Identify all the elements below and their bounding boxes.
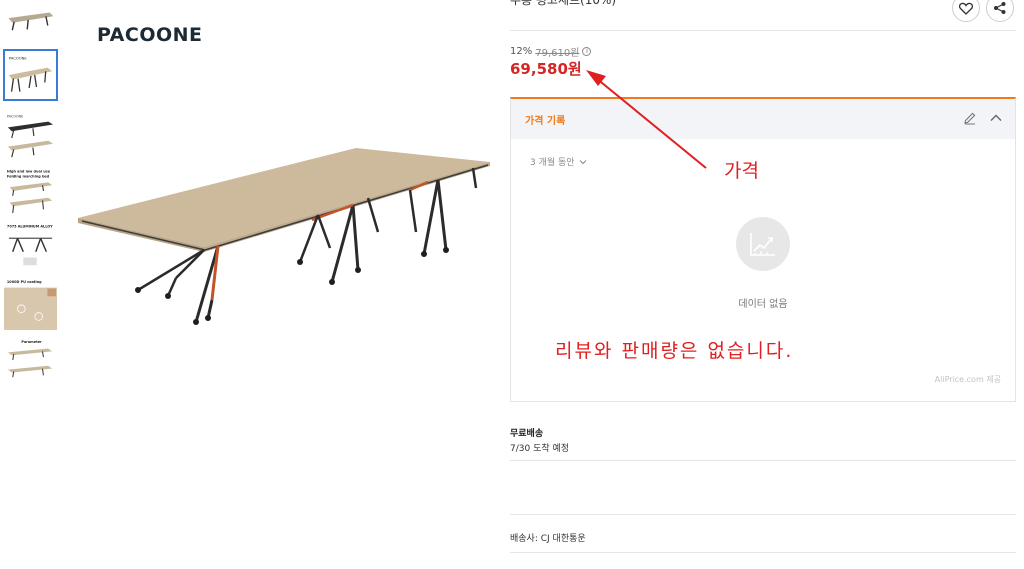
cot-illustration [78,148,490,325]
price-annotation: 가격 [724,160,759,182]
original-price: 79,610원 [535,48,580,59]
product-title: 무릉 평고세트(10%) [510,0,617,7]
info-icon[interactable]: i [582,47,592,56]
thumbnail-5[interactable]: 7075 ALUMINUM ALLOY [3,220,58,272]
chevron-up-icon[interactable] [989,111,1003,125]
thumbnail-1[interactable] [3,4,58,34]
product-info-panel: 무릉 평고세트(10%) 12% 79,610원 i 69,580원 가격 기록 [510,0,1016,569]
no-data-text: 데이터 없음 [738,299,788,310]
discount-row: 12% 79,610원 i [510,44,592,59]
period-label: 3 개월 동안 [530,158,575,168]
carrier-info: 배송사: CJ 대한통운 [510,534,586,544]
svg-text:High and low dual use: High and low dual use [7,170,51,174]
divider [510,30,1016,31]
chevron-down-icon [579,159,586,164]
svg-text:Folding marching bed: Folding marching bed [7,175,50,179]
svg-text:Parameter: Parameter [21,340,42,344]
price-history-title: 가격 기록 [525,116,566,127]
thumbnail-7[interactable]: Parameter [3,336,58,384]
svg-text:1000D PU coating: 1000D PU coating [7,280,42,284]
svg-text:7075 ALUMINUM ALLOY: 7075 ALUMINUM ALLOY [7,225,53,229]
share-icon [994,2,1006,14]
share-button[interactable] [986,0,1014,22]
product-main-image[interactable] [68,0,500,380]
price-history-header[interactable]: 가격 기록 [511,99,1015,139]
chart-icon [750,233,775,256]
heart-icon [959,2,973,15]
divider [510,460,1016,461]
divider [510,514,1016,515]
shipping-title: 무료배송 [510,429,544,439]
current-price: 69,580원 [510,60,582,78]
svg-text:PACOONE: PACOONE [7,115,23,119]
wishlist-button[interactable] [952,0,980,22]
divider [510,552,1016,553]
review-annotation: 리뷰와 판매량은 없습니다. [555,340,794,362]
svg-text:PACOONE: PACOONE [9,56,28,60]
period-selector[interactable]: 3 개월 동안 [530,155,587,168]
thumbnail-4[interactable]: High and low dual use Folding marching be… [3,165,58,217]
shipping-eta: 7/30 도착 예정 [510,444,570,454]
thumbnail-6[interactable]: 1000D PU coating [3,275,58,331]
provider-credit[interactable]: AliPrice.com 제공 [935,374,1001,385]
pencil-icon[interactable] [963,111,977,125]
no-data-illustration [736,217,790,271]
thumbnail-2[interactable]: PACOONE [3,49,58,101]
discount-percent: 12% [510,46,533,57]
thumbnail-3[interactable]: PACOONE [3,110,58,162]
